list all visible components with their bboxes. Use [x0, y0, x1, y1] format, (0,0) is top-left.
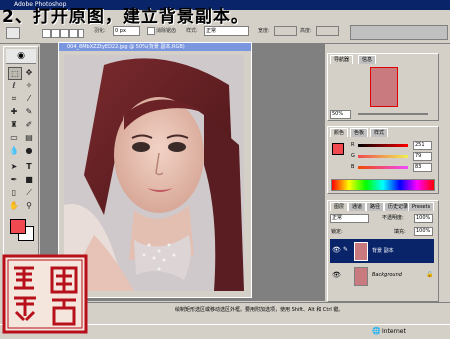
- height-label: 高度:: [300, 28, 312, 34]
- pen-tool-icon[interactable]: ✒: [8, 174, 20, 185]
- color-fg-swatch[interactable]: [332, 143, 344, 155]
- r-input[interactable]: 251: [413, 141, 432, 150]
- color-panel: 颜色 色板 样式 R G B 251 79 83: [327, 126, 439, 194]
- navigator-panel: 导航器 信息 50%: [327, 53, 439, 121]
- portrait-image: [64, 55, 244, 291]
- antialias-label: 消除锯齿: [156, 28, 177, 34]
- style-label: 样式:: [186, 28, 198, 34]
- b-label: B: [351, 164, 355, 170]
- opacity-label: 不透明度:: [382, 215, 404, 221]
- feather-input[interactable]: 0 px: [113, 26, 140, 36]
- layer-name: 背景 副本: [372, 248, 394, 254]
- step-caption: 2、打开原图，建立背景副本。: [2, 7, 249, 27]
- opacity-input[interactable]: 100%: [414, 214, 433, 223]
- tab-navigator[interactable]: 导航器: [330, 55, 354, 64]
- layer-row[interactable]: 👁 ✎ 背景 副本: [330, 239, 434, 263]
- r-slider[interactable]: [358, 144, 408, 147]
- blend-mode-select[interactable]: 正常: [330, 214, 369, 223]
- hand-tool-icon[interactable]: ✋: [8, 200, 20, 211]
- shape-tool-icon[interactable]: ■: [23, 174, 35, 185]
- tab-color[interactable]: 颜色: [330, 128, 349, 137]
- marquee-preset-icon[interactable]: [6, 27, 20, 39]
- visibility-eye-icon[interactable]: 👁: [332, 246, 341, 254]
- clone-stamp-tool-icon[interactable]: ♜: [8, 119, 20, 130]
- palette-well[interactable]: [350, 25, 448, 40]
- brush-tool-icon[interactable]: ✎: [23, 106, 35, 117]
- tab-channels[interactable]: 通道: [348, 202, 367, 211]
- b-input[interactable]: 83: [413, 163, 432, 172]
- tab-styles[interactable]: 样式: [370, 128, 389, 137]
- internet-zone-icon: 🌐: [372, 327, 381, 335]
- marquee-tool-icon[interactable]: ⬚: [8, 67, 22, 80]
- eyedropper-tool-icon[interactable]: ⟋: [23, 187, 35, 198]
- dodge-tool-icon[interactable]: ●: [23, 145, 35, 156]
- navigator-zoom-input[interactable]: 50%: [330, 110, 351, 119]
- r-label: R: [351, 142, 355, 148]
- navigator-thumbnail: [370, 67, 398, 107]
- color-spectrum-bar[interactable]: [331, 179, 435, 191]
- layer-thumbnail: [354, 267, 368, 286]
- feather-label: 羽化:: [94, 28, 106, 34]
- visibility-eye-icon[interactable]: 👁: [332, 271, 341, 279]
- layer-row[interactable]: 👁 Background 🔒: [330, 264, 434, 288]
- healing-brush-tool-icon[interactable]: ✚: [8, 106, 20, 117]
- width-input[interactable]: [274, 26, 297, 36]
- tab-info[interactable]: 信息: [358, 55, 377, 64]
- lock-icon: 🔒: [426, 271, 434, 278]
- navigator-zoom-slider[interactable]: [358, 113, 428, 115]
- fill-label: 填充:: [394, 229, 406, 235]
- magic-wand-tool-icon[interactable]: ✧: [23, 80, 35, 91]
- toolbox: ◉ ⬚ ✥ ℓ ✧ ⌗ ⁄ ✚ ✎ ♜ ✐ ▭ ▤ 💧 ● ➤ T ✒ ■ ▯ …: [3, 46, 39, 270]
- g-slider[interactable]: [358, 155, 408, 158]
- gradient-tool-icon[interactable]: ▤: [23, 132, 35, 143]
- lasso-tool-icon[interactable]: ℓ: [8, 80, 20, 91]
- selection-mode-icons[interactable]: [42, 29, 84, 38]
- layer-thumbnail: [354, 242, 368, 261]
- document-title: 004_8MbXZZtyED22.jpg @ 50%(背景 副本,RGB): [59, 43, 251, 51]
- move-tool-icon[interactable]: ✥: [23, 67, 35, 78]
- path-selection-tool-icon[interactable]: ➤: [8, 161, 20, 172]
- eraser-tool-icon[interactable]: ▭: [8, 132, 20, 143]
- foreground-color-swatch[interactable]: [10, 219, 26, 234]
- height-input[interactable]: [316, 26, 339, 36]
- g-label: G: [351, 153, 355, 159]
- crop-tool-icon[interactable]: ⌗: [8, 93, 20, 104]
- history-brush-tool-icon[interactable]: ✐: [23, 119, 35, 130]
- layers-panel: 图层 通道 路径 历史记录 Presets 正常 不透明度: 100% 锁定: …: [327, 200, 439, 302]
- blur-tool-icon[interactable]: 💧: [8, 145, 20, 156]
- g-input[interactable]: 79: [413, 152, 432, 161]
- layer-name: Background: [372, 272, 402, 278]
- internet-zone-label: Internet: [382, 328, 406, 335]
- notes-tool-icon[interactable]: ▯: [8, 187, 20, 198]
- status-text: 绘制矩形选区或移动选区外框。要用附加选项，使用 Shift、Alt 和 Ctrl…: [175, 307, 344, 313]
- type-tool-icon[interactable]: T: [23, 161, 35, 172]
- tab-layers[interactable]: 图层: [330, 202, 349, 211]
- brush-link-icon[interactable]: ✎: [343, 246, 348, 253]
- fill-input[interactable]: 100%: [414, 227, 433, 236]
- zoom-tool-icon[interactable]: ⚲: [23, 200, 35, 211]
- slice-tool-icon[interactable]: ⁄: [23, 93, 35, 104]
- toolbox-header-icon: ◉: [6, 49, 36, 64]
- width-label: 宽度:: [258, 28, 270, 34]
- tab-swatches[interactable]: 色板: [350, 128, 369, 137]
- tab-presets[interactable]: Presets: [408, 202, 435, 211]
- antialias-checkbox[interactable]: [147, 27, 155, 35]
- b-slider[interactable]: [358, 166, 408, 169]
- portrait-photo[interactable]: [64, 55, 244, 291]
- lock-label: 锁定:: [331, 229, 343, 235]
- style-select[interactable]: 正常: [204, 26, 249, 36]
- tab-paths[interactable]: 路径: [366, 202, 385, 211]
- seal-stamp-logo: [2, 254, 88, 334]
